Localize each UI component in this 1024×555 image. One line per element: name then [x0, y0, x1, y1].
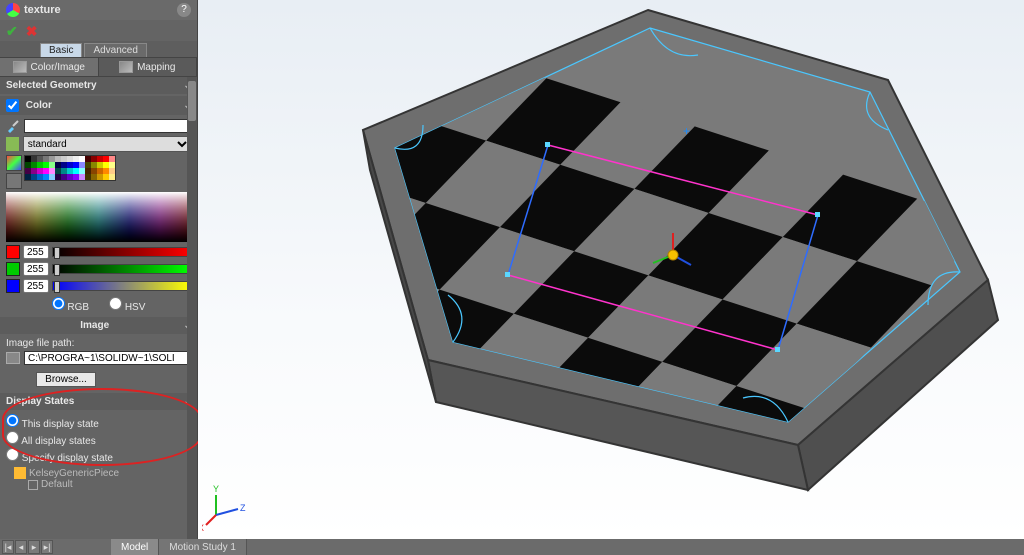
red-value-input[interactable]: [23, 245, 49, 259]
ds-radio-all[interactable]: All display states: [6, 431, 191, 447]
part-icon: [14, 467, 26, 479]
red-slider[interactable]: [52, 247, 191, 257]
rgb-radio[interactable]: RGB: [52, 297, 89, 313]
svg-text:Y: Y: [213, 484, 219, 494]
section-image-body: Image file path: Browse...: [0, 334, 197, 393]
tab-motion-study[interactable]: Motion Study 1: [159, 539, 247, 555]
palette-pane-button[interactable]: [6, 173, 22, 189]
state-icon: [28, 480, 38, 490]
tab-advanced[interactable]: Advanced: [84, 43, 146, 57]
viewport[interactable]: + Y Z X: [198, 0, 1024, 539]
panel-header: texture ?: [0, 0, 197, 20]
texture-icon: [6, 3, 20, 17]
image-path-label: Image file path:: [6, 338, 191, 349]
tab-mapping-label: Mapping: [137, 62, 175, 73]
status-arrows: |◂ ◂ ▸ ▸|: [2, 540, 53, 554]
status-bar: |◂ ◂ ▸ ▸| Model Motion Study 1: [0, 539, 1024, 555]
ds-radio-this[interactable]: This display state: [6, 414, 191, 430]
model-view: +: [198, 0, 1024, 539]
brush-icon: [6, 119, 20, 133]
palette-swatch[interactable]: [109, 174, 115, 180]
ok-button[interactable]: ✔: [6, 23, 18, 40]
tab-basic[interactable]: Basic: [40, 43, 82, 57]
browse-button[interactable]: Browse...: [36, 372, 96, 387]
section-selected-geometry-head[interactable]: Selected Geometry ⌄: [0, 77, 197, 94]
status-arrow-last[interactable]: ▸|: [41, 540, 53, 554]
tab-model[interactable]: Model: [111, 539, 159, 555]
svg-text:Z: Z: [240, 503, 246, 513]
section-color-body: standard: [0, 115, 197, 317]
color-value-input[interactable]: [24, 119, 191, 133]
section-color-title: Color: [26, 100, 52, 111]
section-color-head[interactable]: Color ⌄: [0, 96, 197, 115]
viewport-triad: Y Z X: [202, 481, 252, 531]
color-image-icon: [13, 61, 27, 73]
palette-add-button[interactable]: [6, 155, 22, 171]
status-tabs: Model Motion Study 1: [111, 539, 247, 555]
green-slider[interactable]: [52, 264, 191, 274]
tab-color-image[interactable]: Color/Image: [0, 58, 99, 76]
color-checkbox[interactable]: [6, 99, 19, 112]
mapping-icon: [119, 61, 133, 73]
confirm-row: ✔ ✖: [0, 20, 197, 41]
blue-value-input[interactable]: [23, 279, 49, 293]
panel-scrollbar[interactable]: [187, 77, 197, 539]
cursor-cross: +: [683, 124, 690, 138]
green-swatch: [6, 262, 20, 276]
status-arrow-first[interactable]: |◂: [2, 540, 14, 554]
red-swatch: [6, 245, 20, 259]
section-display-states-head[interactable]: Display States ⌄: [0, 393, 197, 410]
ds-radio-specify[interactable]: Specify display state: [6, 448, 191, 464]
palette-icon: [6, 137, 19, 151]
standard-select[interactable]: standard: [23, 136, 191, 152]
tab-mapping[interactable]: Mapping: [99, 58, 198, 76]
palette-grid[interactable]: [24, 155, 116, 181]
section-image-head[interactable]: Image ⌄: [0, 317, 197, 334]
tab-color-image-label: Color/Image: [31, 62, 85, 73]
section-selected-geometry-title: Selected Geometry: [6, 80, 97, 91]
tree-node-root[interactable]: KelseyGenericPiece: [14, 467, 191, 479]
help-icon[interactable]: ?: [177, 3, 191, 17]
sub-tabs: Color/Image Mapping: [0, 57, 197, 77]
blue-slider[interactable]: [52, 281, 191, 291]
blue-swatch: [6, 279, 20, 293]
hsv-radio[interactable]: HSV: [109, 297, 145, 313]
status-arrow-next[interactable]: ▸: [28, 540, 40, 554]
display-states-tree: KelseyGenericPiece Default: [6, 467, 191, 490]
mode-tabs: Basic Advanced: [0, 41, 197, 57]
svg-text:X: X: [202, 523, 204, 531]
image-path-input[interactable]: [24, 351, 191, 365]
cancel-button[interactable]: ✖: [26, 23, 38, 40]
status-arrow-prev[interactable]: ◂: [15, 540, 27, 554]
section-image-title: Image: [6, 320, 183, 331]
tree-node-child[interactable]: Default: [14, 479, 191, 490]
section-display-states-body: This display state All display states Sp…: [0, 410, 197, 494]
hue-picker[interactable]: [6, 192, 191, 242]
panel-scroll: Selected Geometry ⌄ Color ⌄: [0, 77, 197, 539]
section-display-states-title: Display States: [6, 396, 74, 407]
panel-title: texture: [24, 4, 177, 16]
image-icon: [6, 352, 20, 364]
property-panel: texture ? ✔ ✖ Basic Advanced Color/Image…: [0, 0, 198, 539]
green-value-input[interactable]: [23, 262, 49, 276]
